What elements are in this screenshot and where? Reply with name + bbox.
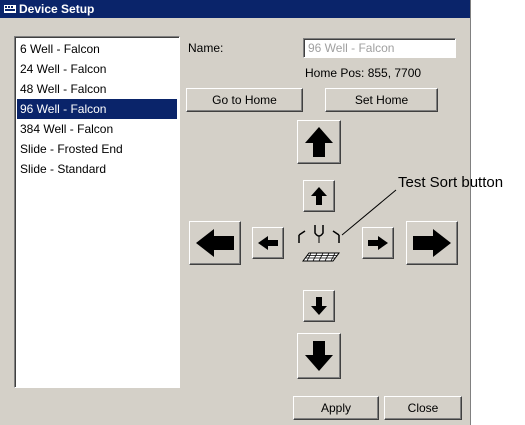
callout-label: Test Sort button xyxy=(398,174,504,191)
callout-leader-line xyxy=(341,189,397,236)
